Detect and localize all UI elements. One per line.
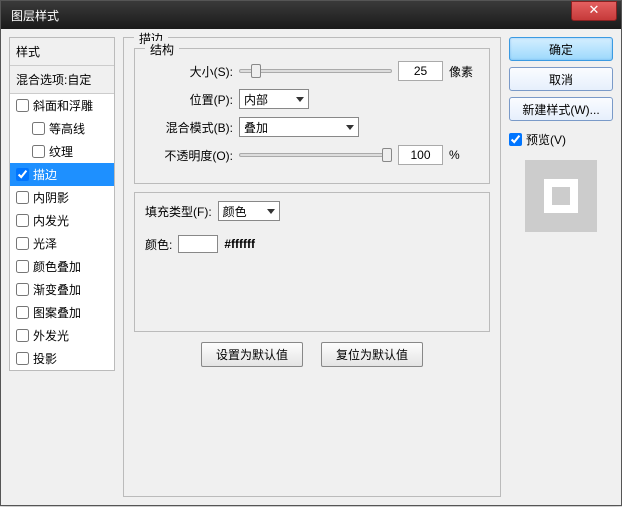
preview-label: 预览(V) [526,131,566,148]
style-item-9[interactable]: 图案叠加 [10,301,114,324]
blend-mode-value: 叠加 [244,119,268,136]
style-item-label: 描边 [33,166,57,183]
style-checkbox[interactable] [16,283,29,296]
settings-panel: 描边 结构 大小(S): 像素 位置(P): [123,37,501,499]
color-label: 颜色: [145,236,172,253]
style-item-7[interactable]: 颜色叠加 [10,255,114,278]
titlebar[interactable]: 图层样式 ✕ [1,1,621,29]
window-title: 图层样式 [11,7,571,24]
chevron-down-icon [267,209,275,214]
fill-type-dropdown[interactable]: 颜色 [218,201,280,221]
style-item-label: 内阴影 [33,189,69,206]
action-panel: 确定 取消 新建样式(W)... 预览(V) [509,37,613,499]
style-item-label: 投影 [33,350,57,367]
style-checkbox[interactable] [16,191,29,204]
preview-thumbnail [525,160,597,232]
style-checkbox[interactable] [16,214,29,227]
styles-panel: 样式 混合选项:自定 斜面和浮雕等高线纹理描边内阴影内发光光泽颜色叠加渐变叠加图… [9,37,115,499]
size-slider[interactable] [239,62,392,80]
style-checkbox[interactable] [16,352,29,365]
chevron-down-icon [346,125,354,130]
opacity-slider[interactable] [239,146,392,164]
blend-mode-label: 混合模式(B): [145,119,233,136]
preview-checkbox[interactable] [509,133,522,146]
fill-type-label: 填充类型(F): [145,203,212,220]
style-item-11[interactable]: 投影 [10,347,114,370]
opacity-unit: % [449,148,479,162]
layer-style-dialog: 图层样式 ✕ 样式 混合选项:自定 斜面和浮雕等高线纹理描边内阴影内发光光泽颜色… [0,0,622,506]
style-checkbox[interactable] [16,306,29,319]
reset-default-button[interactable]: 复位为默认值 [321,342,423,367]
set-default-button[interactable]: 设置为默认值 [201,342,303,367]
style-checkbox[interactable] [32,122,45,135]
style-checkbox[interactable] [16,168,29,181]
style-checkbox[interactable] [16,237,29,250]
style-item-0[interactable]: 斜面和浮雕 [10,94,114,117]
structure-legend: 结构 [145,41,179,58]
style-item-label: 纹理 [49,143,73,160]
blend-mode-dropdown[interactable]: 叠加 [239,117,359,137]
color-swatch[interactable] [178,235,218,253]
style-checkbox[interactable] [16,260,29,273]
style-item-4[interactable]: 内阴影 [10,186,114,209]
size-input[interactable] [398,61,443,81]
size-unit: 像素 [449,63,479,80]
position-label: 位置(P): [145,91,233,108]
position-value: 内部 [244,91,268,108]
opacity-label: 不透明度(O): [145,147,233,164]
fill-type-value: 颜色 [223,203,247,220]
opacity-input[interactable] [398,145,443,165]
style-item-label: 等高线 [49,120,85,137]
style-item-label: 光泽 [33,235,57,252]
style-item-label: 颜色叠加 [33,258,81,275]
style-item-2[interactable]: 纹理 [10,140,114,163]
style-item-3[interactable]: 描边 [10,163,114,186]
cancel-button[interactable]: 取消 [509,67,613,91]
style-item-label: 内发光 [33,212,69,229]
style-checkbox[interactable] [32,145,45,158]
style-item-8[interactable]: 渐变叠加 [10,278,114,301]
style-item-6[interactable]: 光泽 [10,232,114,255]
blend-options-item[interactable]: 混合选项:自定 [10,66,114,94]
size-label: 大小(S): [145,63,233,80]
chevron-down-icon [296,97,304,102]
style-item-1[interactable]: 等高线 [10,117,114,140]
style-item-label: 斜面和浮雕 [33,97,93,114]
style-checkbox[interactable] [16,99,29,112]
new-style-button[interactable]: 新建样式(W)... [509,97,613,121]
dialog-content: 样式 混合选项:自定 斜面和浮雕等高线纹理描边内阴影内发光光泽颜色叠加渐变叠加图… [1,29,621,507]
style-item-5[interactable]: 内发光 [10,209,114,232]
style-checkbox[interactable] [16,329,29,342]
position-dropdown[interactable]: 内部 [239,89,309,109]
style-item-label: 外发光 [33,327,69,344]
close-button[interactable]: ✕ [571,1,617,21]
style-item-10[interactable]: 外发光 [10,324,114,347]
color-value: #ffffff [224,237,255,251]
style-item-label: 图案叠加 [33,304,81,321]
style-item-label: 渐变叠加 [33,281,81,298]
styles-header: 样式 [10,38,114,66]
ok-button[interactable]: 确定 [509,37,613,61]
